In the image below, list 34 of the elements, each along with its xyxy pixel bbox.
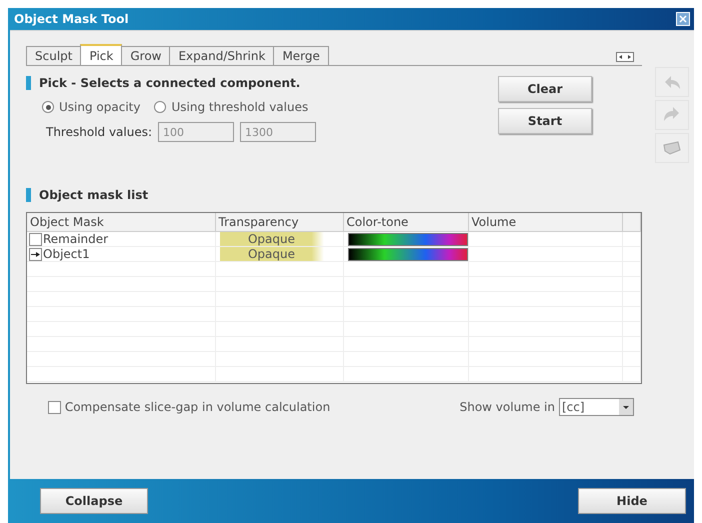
window-title: Object Mask Tool (14, 12, 129, 26)
mask-name[interactable]: Remainder (43, 232, 108, 246)
unit-label: Show volume in (460, 400, 555, 414)
checkbox[interactable] (48, 400, 61, 414)
footer-button[interactable]: Collapse (40, 488, 148, 514)
tab-scroll-icon[interactable] (616, 52, 634, 62)
radio-button[interactable] (154, 101, 166, 113)
column-header[interactable]: Color-tone (343, 213, 468, 232)
checkbox[interactable] (29, 232, 42, 246)
tab[interactable]: Sculpt (26, 46, 82, 65)
tab[interactable]: Pick (80, 44, 122, 65)
section-heading: Pick - Selects a connected component. (39, 76, 300, 90)
section-heading: Object mask list (39, 188, 148, 202)
tab[interactable]: Merge (273, 46, 329, 65)
eraser-icon[interactable] (655, 133, 689, 163)
unit-dropdown[interactable]: [cc] (559, 398, 634, 416)
radio-button[interactable] (42, 101, 54, 113)
tab[interactable]: Expand/Shrink (169, 46, 274, 65)
footer-button[interactable]: Hide (578, 488, 686, 514)
column-header[interactable]: Transparency (215, 213, 343, 232)
transparency-tag[interactable]: Opaque (220, 232, 324, 246)
mask-name[interactable]: Object1 (43, 247, 90, 261)
column-header[interactable]: Volume (468, 213, 622, 232)
radio-label[interactable]: Using threshold values (171, 100, 308, 114)
section-marker (26, 76, 31, 90)
action-button[interactable]: Start (498, 108, 592, 134)
checkbox-label[interactable]: Compensate slice-gap in volume calculation (64, 400, 330, 414)
radio-label[interactable]: Using opacity (59, 100, 140, 114)
column-header[interactable]: Object Mask (27, 213, 215, 232)
close-icon[interactable] (676, 12, 690, 26)
section-marker (26, 188, 31, 202)
threshold-label: Threshold values: (46, 125, 152, 139)
transparency-tag[interactable]: Opaque (220, 247, 324, 261)
action-button[interactable]: Clear (498, 76, 592, 102)
